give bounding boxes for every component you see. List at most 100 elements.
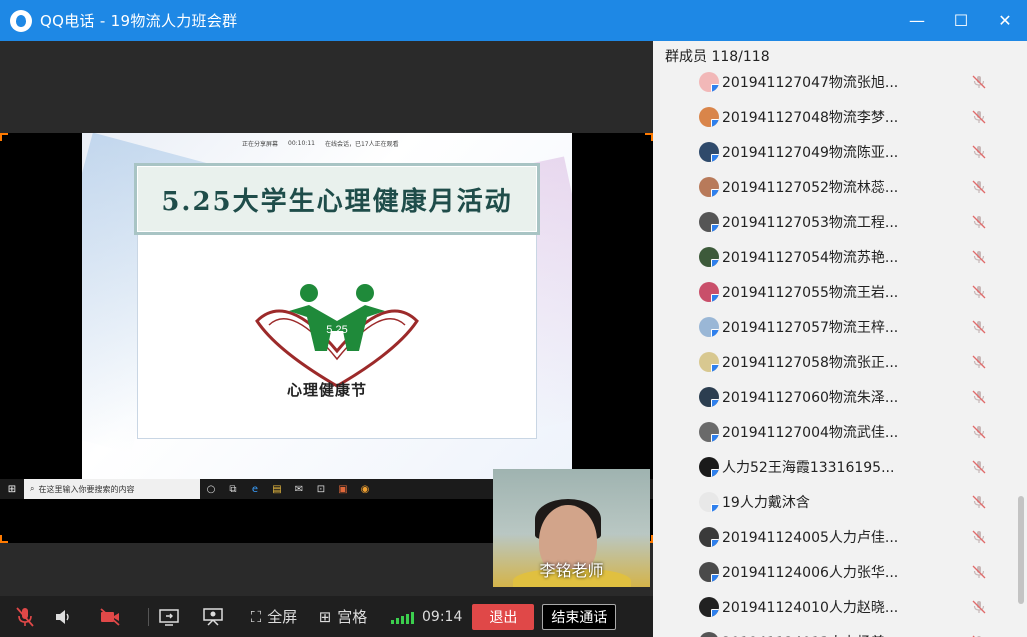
avatar (699, 71, 719, 92)
avatar (699, 386, 719, 407)
call-duration: 09:14 (422, 608, 463, 625)
member-name: 201941127055物流王岩... (722, 284, 899, 301)
member-name: 201941124013人力杨差 (722, 632, 885, 637)
mic-muted-icon (972, 530, 986, 543)
close-button[interactable]: ✕ (983, 0, 1027, 41)
member-item[interactable]: 201941124006人力张华... (653, 554, 1027, 589)
member-item[interactable]: 19人力戴沐含 (653, 484, 1027, 519)
avatar (699, 316, 719, 337)
member-item[interactable]: 201941127060物流朱泽... (653, 379, 1027, 414)
mic-muted-icon (972, 565, 986, 578)
minimize-button[interactable]: — (895, 0, 939, 41)
member-item[interactable]: 201941127047物流张旭... (653, 64, 1027, 99)
app-icon: ◉ (360, 483, 370, 495)
screen-share-button[interactable] (153, 596, 185, 637)
qq-logo-icon (10, 9, 32, 32)
mic-muted-icon (972, 215, 986, 228)
member-name: 201941127060物流朱泽... (722, 389, 899, 406)
grid-view-button[interactable]: ⊞ 宫格 (307, 596, 379, 637)
member-name: 201941127053物流工程... (722, 214, 899, 231)
member-name: 201941127047物流张旭... (722, 74, 899, 91)
avatar (699, 281, 719, 302)
scrollbar[interactable] (1018, 496, 1024, 604)
grid-icon: ⊞ (318, 607, 332, 626)
member-list[interactable]: 201941127047物流张旭... 201941127048物流李梦... 20… (653, 64, 1027, 637)
member-item[interactable]: 201941127055物流王岩... (653, 274, 1027, 309)
member-item[interactable]: 201941127048物流李梦... (653, 99, 1027, 134)
member-item[interactable]: 201941127057物流王梓... (653, 309, 1027, 344)
windows-start-icon: ⊞ (7, 483, 17, 495)
mic-muted-icon (972, 460, 986, 473)
exit-button[interactable]: 退出 (472, 603, 535, 630)
slide-title: 5.25大学生心理健康月活动 (161, 186, 513, 217)
camera-off-icon (100, 607, 120, 626)
member-item[interactable]: 人力52王海霞13316195... (653, 449, 1027, 484)
mental-health-emblem-icon: 5.25 (255, 284, 419, 388)
avatar (699, 246, 719, 267)
speaker-icon (56, 609, 69, 624)
mic-muted-icon (972, 110, 986, 123)
camera-button[interactable] (76, 596, 144, 637)
mic-muted-icon (972, 145, 986, 158)
slide-top-strip: 正在分享屏幕 00:10:11 在线会话，已17人正在观看 (242, 136, 422, 150)
member-name: 201941127058物流张正... (722, 354, 899, 371)
member-name: 201941127048物流李梦... (722, 109, 899, 126)
member-item[interactable]: 201941124010人力赵晓... (653, 589, 1027, 624)
window-controls: — ☐ ✕ (895, 0, 1027, 41)
mic-muted-icon (972, 635, 981, 637)
mute-mic-button[interactable] (0, 596, 50, 637)
screen-share-icon (159, 608, 179, 626)
member-item[interactable]: 201941127049物流陈亚... (653, 134, 1027, 169)
explorer-icon: ▤ (272, 483, 282, 495)
call-control-bar: ⛶ 全屏 ⊞ 宫格 09:14 退出 结束通话 (0, 596, 653, 637)
avatar (699, 211, 719, 232)
store-icon: ⊡ (316, 483, 326, 495)
network-signal-icon (391, 610, 414, 624)
avatar (699, 141, 719, 162)
maximize-button[interactable]: ☐ (939, 0, 983, 41)
member-item[interactable]: 201941127058物流张正... (653, 344, 1027, 379)
mail-icon: ✉ (294, 483, 304, 495)
avatar (699, 351, 719, 372)
member-item[interactable]: 201941127054物流苏艳... (653, 239, 1027, 274)
member-item[interactable]: 201941124005人力卢佳... (653, 519, 1027, 554)
member-item[interactable]: 201941127004物流武佳... (653, 414, 1027, 449)
mic-muted-icon (972, 390, 986, 403)
avatar (699, 631, 719, 637)
avatar (699, 596, 719, 617)
member-item[interactable]: 201941127052物流林蕊... (653, 169, 1027, 204)
strip-text: 正在分享屏幕 (242, 140, 279, 148)
avatar (699, 456, 719, 477)
emblem-number: 5.25 (326, 324, 347, 336)
mic-muted-icon (972, 285, 986, 298)
participant-name: 李铭老师 (539, 561, 604, 580)
participant-video[interactable]: 李铭老师 (493, 469, 650, 587)
fullscreen-icon: ⛶ (250, 607, 262, 626)
video-area[interactable]: 正在分享屏幕 00:10:11 在线会话，已17人正在观看 5.25大学生心理健… (0, 41, 653, 596)
member-name: 19人力戴沐含 (722, 494, 810, 511)
end-call-button[interactable]: 结束通话 (542, 603, 617, 630)
presentation-button[interactable] (185, 596, 241, 637)
slide-banner: 5.25大学生心理健康月活动 (134, 163, 540, 235)
member-name: 人力52王海霞13316195... (722, 459, 895, 476)
mic-muted-icon (972, 320, 986, 333)
presentation-slide: 正在分享屏幕 00:10:11 在线会话，已17人正在观看 5.25大学生心理健… (82, 133, 572, 479)
taskbar-search: ⌕ 在这里输入你要搜索的内容 (24, 479, 200, 499)
member-item[interactable]: 201941124013人力杨差 (653, 624, 1027, 637)
member-name: 201941127057物流王梓... (722, 319, 899, 336)
speaker-button[interactable] (50, 596, 76, 637)
avatar (699, 561, 719, 582)
avatar (699, 106, 719, 127)
member-name: 201941127052物流林蕊... (722, 179, 899, 196)
mic-muted-icon (972, 355, 986, 368)
multitask-icon: ⧉ (229, 483, 237, 495)
member-item[interactable]: 201941127053物流工程... (653, 204, 1027, 239)
task-view-icon: ○ (206, 483, 216, 495)
mic-muted-icon (972, 495, 986, 508)
member-name: 201941127054物流苏艳... (722, 249, 899, 266)
avatar (699, 491, 719, 512)
strip-text: 在线会话，已17人正在观看 (324, 140, 399, 148)
divider (148, 607, 149, 626)
fullscreen-button[interactable]: ⛶ 全屏 (241, 596, 307, 637)
mic-muted-icon (972, 425, 986, 438)
